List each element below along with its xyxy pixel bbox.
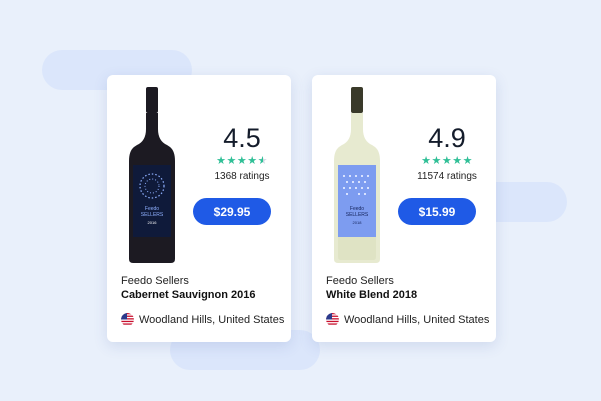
us-flag-icon bbox=[121, 313, 134, 326]
bottle-label-brand: SELLERS bbox=[346, 212, 369, 218]
ratings-count: 11574 ratings bbox=[417, 171, 477, 182]
star-full-icon: ★ bbox=[247, 155, 258, 167]
us-flag-icon bbox=[326, 313, 339, 326]
star-full-icon: ★ bbox=[421, 155, 432, 167]
wine-name: Cabernet Sauvignon 2016 bbox=[121, 289, 256, 301]
bottle-label-year: 2018 bbox=[353, 220, 363, 225]
star-rating: ★★★★★ bbox=[199, 155, 285, 167]
bottle-label-brand: SELLERS bbox=[141, 212, 164, 218]
white-wine-bottle-image: Feedo SELLERS 2018 bbox=[334, 87, 380, 263]
price-button[interactable]: $15.99 bbox=[398, 198, 476, 225]
star-full-icon: ★ bbox=[441, 155, 453, 167]
star-full-icon: ★ bbox=[431, 155, 442, 167]
seller-name: Feedo Sellers bbox=[326, 275, 394, 287]
bottle-label-year: 2016 bbox=[148, 220, 158, 225]
rating-score: 4.5 bbox=[223, 123, 261, 153]
location: Woodland Hills, United States bbox=[326, 313, 489, 326]
rating-score: 4.9 bbox=[428, 123, 466, 153]
star-full-icon: ★ bbox=[236, 155, 248, 167]
location-label: Woodland Hills, United States bbox=[344, 313, 490, 326]
red-wine-bottle-image: Feedo SELLERS 2016 bbox=[129, 87, 175, 263]
star-full-icon: ★ bbox=[226, 155, 237, 167]
location-label: Woodland Hills, United States bbox=[139, 313, 285, 326]
star-rating: ★★★★★ bbox=[404, 155, 490, 167]
seller-name: Feedo Sellers bbox=[121, 275, 189, 287]
price-button[interactable]: $29.95 bbox=[193, 198, 271, 225]
star-half-icon: ★ bbox=[257, 155, 268, 167]
star-full-icon: ★ bbox=[462, 155, 473, 167]
ratings-count: 1368 ratings bbox=[214, 171, 270, 182]
star-full-icon: ★ bbox=[452, 155, 463, 167]
wine-card[interactable]: Feedo SELLERS 2016 4.5 ★★★★★ 1368 rating… bbox=[107, 75, 291, 342]
location: Woodland Hills, United States bbox=[121, 313, 284, 326]
star-full-icon: ★ bbox=[216, 155, 227, 167]
wine-card[interactable]: Feedo SELLERS 2018 4.9 ★★★★★ 11574 ratin… bbox=[312, 75, 496, 342]
wine-name: White Blend 2018 bbox=[326, 289, 418, 301]
